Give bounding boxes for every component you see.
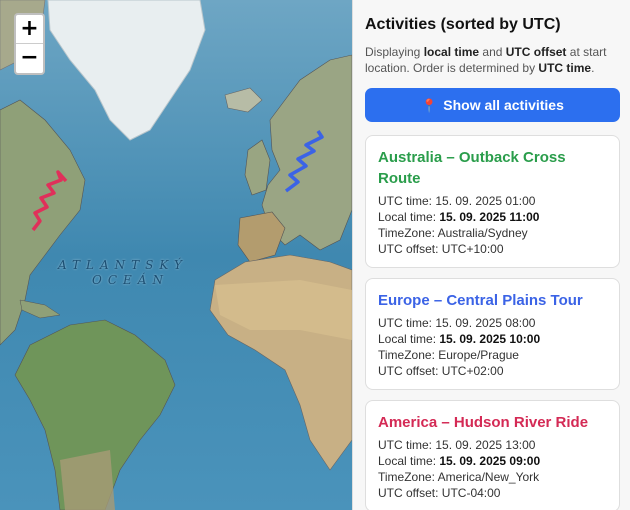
desc-text: Displaying — [365, 45, 424, 59]
timezone-value: Europe/Prague — [438, 348, 519, 362]
ocean-label: ATLANTSKÝ — [58, 258, 188, 272]
local-time-row: Local time: 15. 09. 2025 09:00 — [378, 453, 607, 469]
ocean-label: OCEÁN — [92, 273, 169, 287]
utc-time-value: 15. 09. 2025 13:00 — [435, 438, 536, 452]
timezone-value: Australia/Sydney — [437, 226, 528, 240]
utc-offset-label: UTC offset: — [378, 364, 442, 378]
panel-title: Activities (sorted by UTC) — [365, 16, 561, 33]
panel-description: Displaying local time and UTC offset at … — [365, 44, 619, 76]
map-tiles[interactable] — [0, 0, 352, 510]
local-time-value: 15. 09. 2025 10:00 — [439, 332, 541, 346]
utc-offset-value: UTC+10:00 — [441, 242, 504, 256]
activity-card[interactable]: Europe – Central Plains Tour UTC time: 1… — [365, 278, 620, 390]
local-time-value: 15. 09. 2025 11:00 — [439, 210, 540, 224]
timezone-label: TimeZone: — [378, 348, 439, 362]
desc-text: and — [479, 45, 506, 59]
utc-time-value: 15. 09. 2025 01:00 — [435, 194, 536, 208]
activity-title: America – Hudson River Ride — [378, 414, 589, 431]
utc-offset-row: UTC offset: UTC-04:00 — [378, 485, 607, 501]
activity-card[interactable]: America – Hudson River Ride UTC time: 15… — [365, 400, 620, 510]
show-all-activities-button[interactable]: 📍 Show all activities — [365, 88, 620, 122]
utc-time-row: UTC time: 15. 09. 2025 13:00 — [378, 437, 607, 453]
activity-card[interactable]: Australia – Outback Cross Route UTC time… — [365, 135, 620, 268]
timezone-row: TimeZone: Europe/Prague — [378, 347, 607, 363]
utc-time-label: UTC time: — [378, 316, 436, 330]
desc-bold: UTC offset — [505, 45, 567, 59]
desc-text: . — [591, 61, 595, 75]
map-pin-icon: 📍 — [421, 98, 438, 113]
activity-title: Australia – Outback Cross Route — [378, 149, 566, 187]
utc-time-value: 15. 09. 2025 08:00 — [435, 316, 536, 330]
local-time-row: Local time: 15. 09. 2025 10:00 — [378, 331, 607, 347]
utc-offset-row: UTC offset: UTC+10:00 — [378, 241, 607, 257]
utc-time-label: UTC time: — [378, 438, 436, 452]
utc-time-row: UTC time: 15. 09. 2025 08:00 — [378, 315, 607, 331]
activity-list: Australia – Outback Cross Route UTC time… — [365, 135, 620, 510]
timezone-value: America/New_York — [437, 470, 540, 484]
local-time-row: Local time: 15. 09. 2025 11:00 — [378, 209, 607, 225]
timezone-row: TimeZone: America/New_York — [378, 469, 607, 485]
utc-offset-row: UTC offset: UTC+02:00 — [378, 363, 607, 379]
local-time-label: Local time: — [378, 332, 440, 346]
utc-time-row: UTC time: 15. 09. 2025 01:00 — [378, 193, 607, 209]
activity-title: Europe – Central Plains Tour — [378, 292, 583, 309]
utc-time-label: UTC time: — [378, 194, 436, 208]
utc-offset-value: UTC+02:00 — [441, 364, 504, 378]
utc-offset-label: UTC offset: — [378, 242, 442, 256]
map-view[interactable]: ATLANTSKÝ OCEÁN + − — [0, 0, 352, 510]
timezone-label: TimeZone: — [378, 470, 438, 484]
desc-bold: UTC time — [538, 61, 592, 75]
local-time-label: Local time: — [378, 454, 440, 468]
show-all-label: Show all activities — [443, 97, 564, 113]
local-time-label: Local time: — [378, 210, 440, 224]
desc-bold: local time — [423, 45, 480, 59]
timezone-label: TimeZone: — [378, 226, 438, 240]
timezone-row: TimeZone: Australia/Sydney — [378, 225, 607, 241]
activities-panel: Activities (sorted by UTC) Displaying lo… — [352, 0, 630, 510]
utc-offset-value: UTC-04:00 — [441, 486, 501, 500]
zoom-control: + − — [14, 13, 45, 75]
zoom-out-button[interactable]: − — [16, 44, 43, 73]
local-time-value: 15. 09. 2025 09:00 — [439, 454, 541, 468]
zoom-in-button[interactable]: + — [16, 15, 43, 44]
utc-offset-label: UTC offset: — [378, 486, 442, 500]
